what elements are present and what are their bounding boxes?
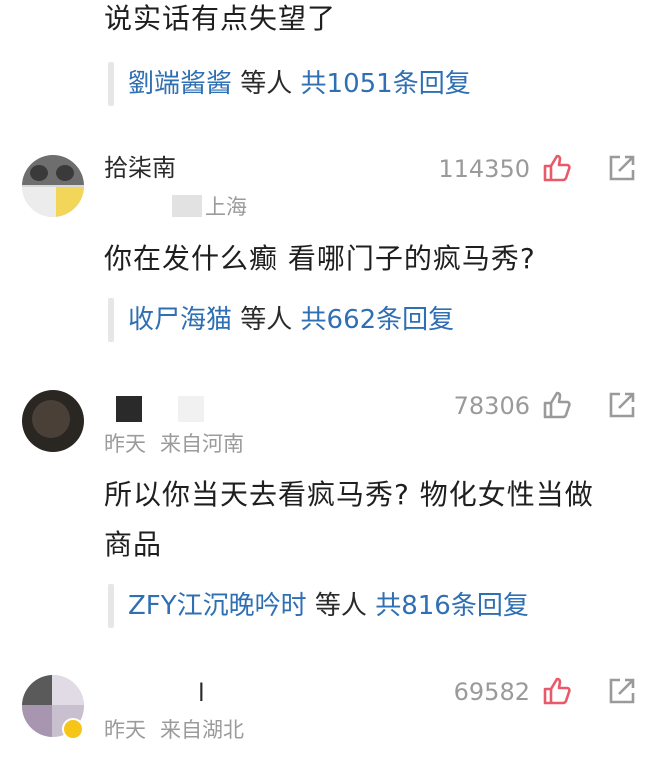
comment-text-line: 商品 (104, 528, 163, 561)
reply-bar (108, 62, 114, 106)
comment-text: 说实话有点失望了 (104, 2, 337, 35)
reply-bar (108, 584, 114, 628)
username[interactable]: 拾柒南 (104, 153, 176, 183)
location: 上海 (205, 195, 247, 219)
like-count: 114350 (438, 155, 530, 183)
redacted-block (172, 195, 202, 217)
location: 来自湖北 (160, 718, 244, 742)
verified-badge-icon (62, 718, 84, 740)
share-icon[interactable] (606, 152, 638, 184)
username[interactable]: l (198, 678, 205, 708)
redacted-username-block[interactable] (116, 396, 142, 422)
reply-mid: 等人 (232, 305, 301, 335)
reply-names: 劉端酱酱 (128, 69, 233, 99)
comment-text-line: 所以你当天去看疯马秀? 物化女性当做 (104, 478, 594, 511)
reply-mid: 等人 (306, 591, 376, 621)
thumbs-up-icon[interactable] (540, 152, 572, 184)
location: 来自河南 (160, 432, 244, 456)
reply-count: 共816条回复 (375, 591, 529, 621)
reply-mid: 等人 (232, 69, 301, 99)
share-icon[interactable] (606, 389, 638, 421)
avatar[interactable] (22, 155, 84, 217)
comment-text: 你在发什么癫 看哪门子的疯马秀? (104, 242, 536, 275)
like-count: 78306 (453, 392, 530, 420)
avatar[interactable] (22, 390, 84, 452)
redacted-block (178, 396, 204, 422)
share-icon[interactable] (606, 675, 638, 707)
reply-names: 收尸海猫 (128, 305, 233, 335)
reply-names: ZFY江沉晚吟时 (128, 591, 307, 621)
like-count: 69582 (453, 678, 530, 706)
date: 昨天 (104, 432, 146, 456)
reply-summary-link[interactable]: ZFY江沉晚吟时 等人 共816条回复 (128, 589, 529, 623)
date: 昨天 (104, 718, 146, 742)
thumbs-up-icon[interactable] (540, 389, 572, 421)
reply-count: 共662条回复 (300, 305, 455, 335)
reply-summary-link[interactable]: 劉端酱酱 等人 共1051条回复 (128, 67, 471, 101)
reply-summary-link[interactable]: 收尸海猫 等人 共662条回复 (128, 303, 454, 337)
thumbs-up-icon[interactable] (540, 675, 572, 707)
reply-bar (108, 298, 114, 342)
reply-count: 共1051条回复 (300, 69, 471, 99)
